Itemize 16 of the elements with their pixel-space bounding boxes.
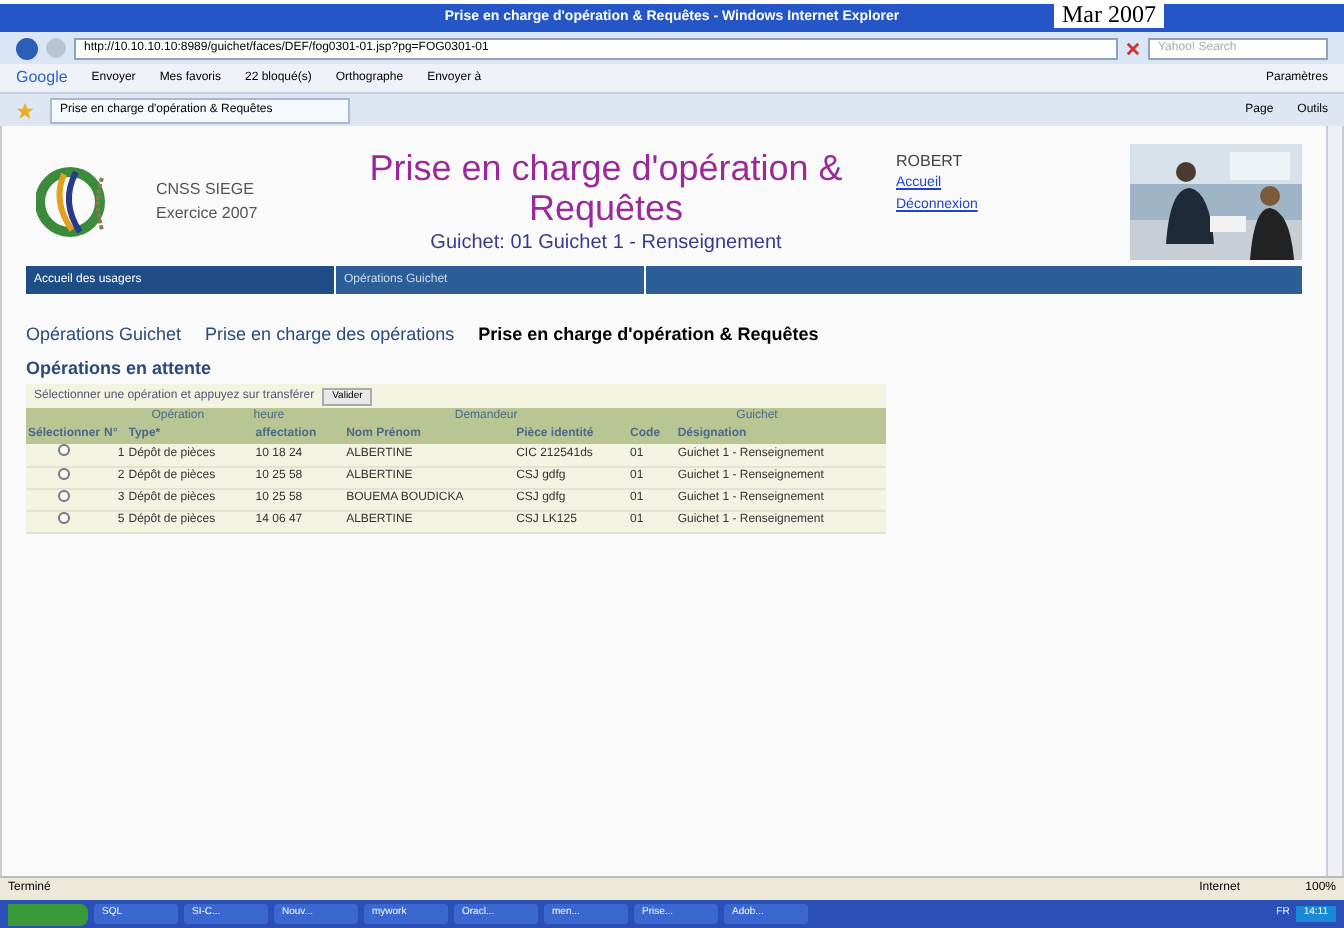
- counter-subtitle: Guichet: 01 Guichet 1 - Renseignement: [430, 229, 782, 257]
- back-icon[interactable]: [16, 37, 38, 59]
- page-title: Prise en charge d'opération & Requêtes: [367, 147, 845, 227]
- favorites-star-icon[interactable]: [16, 101, 34, 119]
- close-icon[interactable]: [1126, 41, 1140, 55]
- breadcrumb-link[interactable]: Prise en charge des opérations: [205, 322, 455, 349]
- google-logo: Google: [16, 66, 68, 90]
- overlay-text: Mar 2007: [1054, 0, 1164, 28]
- year-label: Exercice 2007: [156, 202, 260, 226]
- start-button[interactable]: [8, 903, 88, 925]
- user-name: ROBERT: [896, 150, 965, 174]
- radio-button[interactable]: [58, 444, 70, 457]
- breadcrumb-link[interactable]: Opérations Guichet: [26, 322, 182, 349]
- section-title: Opérations en attente: [26, 355, 214, 382]
- breadcrumb-link[interactable]: Prise en charge d'opération & Requêtes: [478, 322, 819, 349]
- org-name: CNSS SIEGE: [156, 178, 256, 202]
